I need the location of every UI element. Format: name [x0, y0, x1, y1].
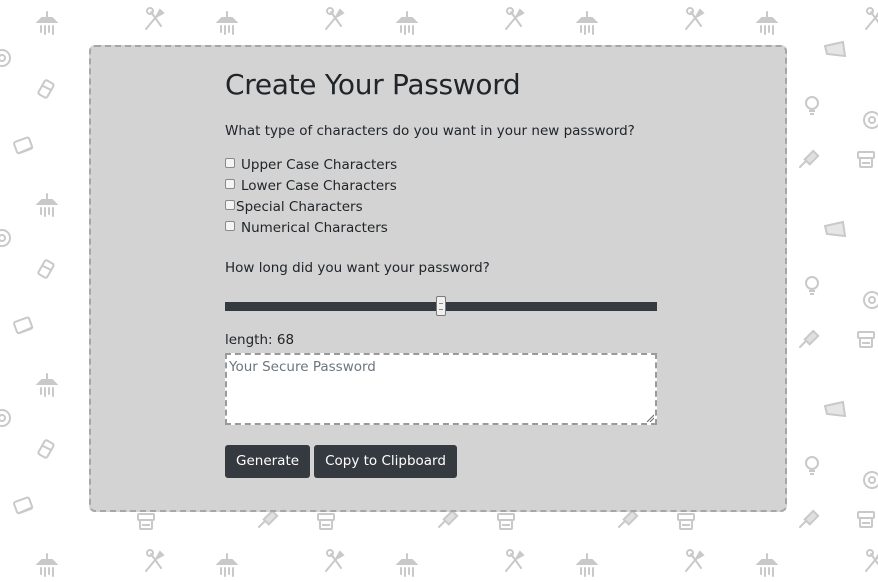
option-lower-case[interactable]: Lower Case Characters — [225, 175, 659, 196]
page-title: Create Your Password — [225, 68, 521, 101]
password-generator-card: Create Your Password What type of charac… — [89, 45, 787, 512]
option-special[interactable]: Special Characters — [225, 196, 659, 217]
lower-case-label: Lower Case Characters — [241, 177, 397, 194]
lower-case-checkbox[interactable] — [225, 179, 235, 189]
option-upper-case[interactable]: Upper Case Characters — [225, 154, 659, 175]
character-options: Upper Case Characters Lower Case Charact… — [225, 154, 659, 238]
copy-to-clipboard-button[interactable]: Copy to Clipboard — [314, 445, 457, 478]
length-question: How long did you want your password? — [225, 260, 490, 276]
length-slider[interactable] — [225, 296, 657, 316]
character-type-question: What type of characters do you want in y… — [225, 123, 635, 139]
upper-case-label: Upper Case Characters — [241, 156, 398, 173]
length-slider-thumb[interactable] — [436, 296, 446, 316]
option-numerical[interactable]: Numerical Characters — [225, 217, 659, 238]
resize-handle-icon[interactable] — [646, 414, 654, 422]
numerical-checkbox[interactable] — [225, 221, 235, 231]
password-placeholder: Your Secure Password — [229, 359, 376, 375]
password-output-field[interactable]: Your Secure Password — [225, 353, 657, 425]
special-checkbox[interactable] — [225, 200, 235, 210]
numerical-label: Numerical Characters — [241, 219, 388, 236]
special-label: Special Characters — [236, 198, 363, 215]
length-readout: length: 68 — [225, 332, 295, 348]
action-buttons: Generate Copy to Clipboard — [225, 445, 659, 478]
card-content: Create Your Password What type of charac… — [225, 67, 659, 478]
generate-button[interactable]: Generate — [225, 445, 311, 478]
upper-case-checkbox[interactable] — [225, 158, 235, 168]
